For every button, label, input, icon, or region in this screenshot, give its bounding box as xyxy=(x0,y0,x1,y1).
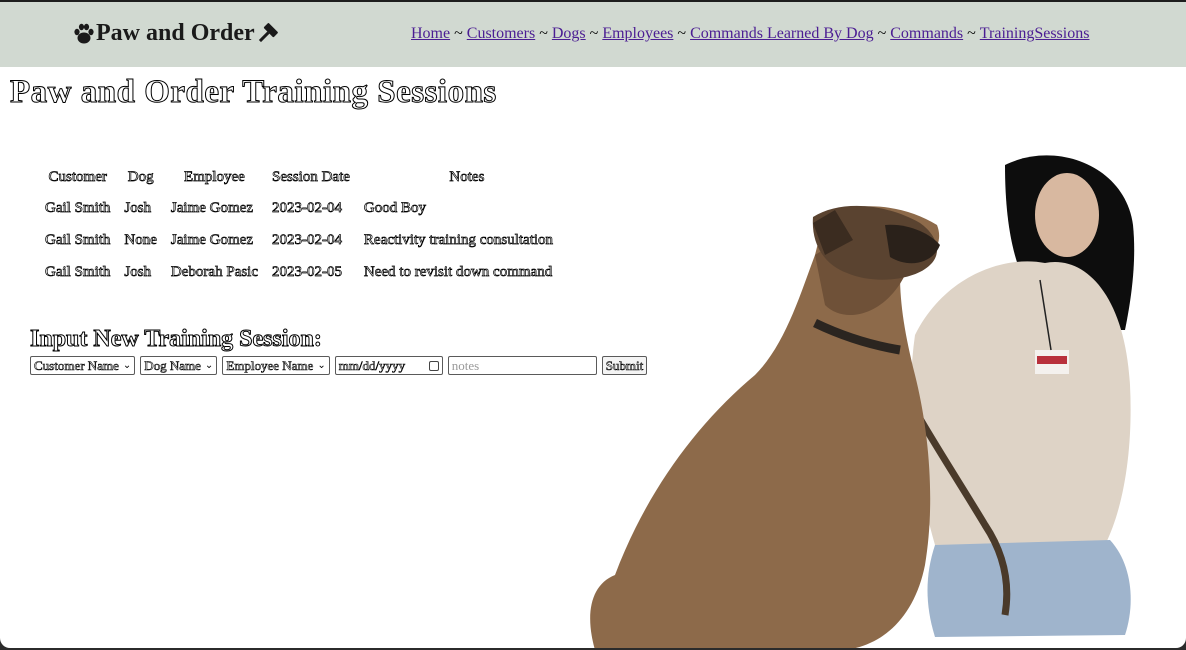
chevron-down-icon: ⌄ xyxy=(317,360,326,371)
nav-employees[interactable]: Employees xyxy=(602,25,673,42)
nav-separator: ~ xyxy=(589,25,599,42)
table-row: Gail Smith None Jaime Gomez 2023-02-04 R… xyxy=(38,224,577,256)
cell-notes: Need to revisit down command xyxy=(363,263,553,280)
cell-customer: Gail Smith xyxy=(45,199,111,216)
cell-dog: Josh xyxy=(124,199,152,216)
col-notes: Notes xyxy=(449,168,485,185)
nav-separator: ~ xyxy=(967,25,976,42)
cell-employee: Deborah Pasic xyxy=(170,263,259,280)
cell-notes: Reactivity training consultation xyxy=(363,231,554,248)
cell-dog: None xyxy=(124,231,157,248)
employee-select-value: Employee Name xyxy=(226,357,314,373)
col-customer: Customer xyxy=(48,168,107,185)
cell-date: 2023-02-04 xyxy=(271,231,343,248)
nav-commands-learned[interactable]: Commands Learned By Dog xyxy=(690,25,874,42)
table-row: Gail Smith Josh Jaime Gomez 2023-02-04 G… xyxy=(38,192,577,224)
page-title: Paw and Order Training Sessions xyxy=(10,74,497,111)
chevron-down-icon: ⌄ xyxy=(204,360,214,371)
brand-logo: Paw and Order xyxy=(72,20,279,47)
brand-name: Paw and Order xyxy=(96,20,255,46)
session-date-input[interactable]: mm/dd/yyyy xyxy=(334,356,443,375)
cell-notes: Good Boy xyxy=(363,199,427,216)
customer-select[interactable]: Customer Name ⌄ xyxy=(30,356,136,375)
nav-separator: ~ xyxy=(677,25,687,42)
employee-select[interactable]: Employee Name ⌄ xyxy=(222,356,330,375)
chevron-down-icon: ⌄ xyxy=(122,360,132,371)
customer-select-value: Customer Name xyxy=(34,357,119,373)
page: Paw and Order Home ~ Customers ~ Dogs ~ Employ… xyxy=(0,0,1186,648)
nav-home[interactable]: Home xyxy=(411,25,450,42)
notes-placeholder: notes xyxy=(451,357,480,373)
dog-select[interactable]: Dog Name ⌄ xyxy=(140,356,218,375)
nav-dogs[interactable]: Dogs xyxy=(552,25,586,42)
new-session-form: Customer Name ⌄ Dog Name ⌄ Employee Name… xyxy=(30,356,648,375)
cell-dog: Josh xyxy=(124,263,152,280)
dog-and-trainer-photo xyxy=(590,155,1135,648)
table-row: Gail Smith Josh Deborah Pasic 2023-02-05… xyxy=(38,256,577,288)
cell-customer: Gail Smith xyxy=(45,231,111,248)
col-employee: Employee xyxy=(184,168,246,185)
date-placeholder: mm/dd/yyyy xyxy=(338,357,406,373)
sessions-table: Customer Dog Employee Session Date Notes… xyxy=(38,162,577,288)
nav-separator: ~ xyxy=(454,25,463,42)
header-bar: Paw and Order Home ~ Customers ~ Dogs ~ Employ… xyxy=(0,0,1186,67)
nav-customers[interactable]: Customers xyxy=(467,25,535,42)
notes-input[interactable]: notes xyxy=(447,356,597,375)
cell-customer: Gail Smith xyxy=(45,263,111,280)
paw-icon xyxy=(72,23,96,45)
table-header-row: Customer Dog Employee Session Date Notes xyxy=(38,162,577,192)
form-title: Input New Training Session: xyxy=(30,326,323,353)
main-nav: Home ~ Customers ~ Dogs ~ Employees ~ Commands L… xyxy=(411,25,1089,43)
calendar-icon[interactable] xyxy=(428,360,439,371)
col-dog: Dog xyxy=(127,168,154,185)
gavel-icon xyxy=(255,22,279,46)
nav-training-sessions[interactable]: TrainingSessions xyxy=(980,25,1090,42)
nav-separator: ~ xyxy=(877,25,887,42)
nav-separator: ~ xyxy=(539,25,548,42)
col-session-date: Session Date xyxy=(271,168,351,185)
dog-select-value: Dog Name xyxy=(144,357,201,373)
cell-employee: Jaime Gomez xyxy=(170,199,254,216)
cell-employee: Jaime Gomez xyxy=(170,231,254,248)
cell-date: 2023-02-05 xyxy=(271,263,343,280)
nav-commands[interactable]: Commands xyxy=(890,25,963,42)
cell-date: 2023-02-04 xyxy=(271,199,343,216)
